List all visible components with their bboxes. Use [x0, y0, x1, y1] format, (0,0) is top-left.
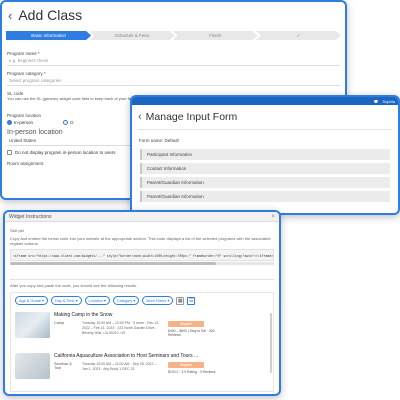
radio-online[interactable]: O [63, 120, 74, 126]
program-thumbnail [15, 353, 50, 379]
filter-age-grade[interactable]: Age & Grade ▾ [15, 296, 48, 305]
register-button[interactable]: Register [168, 362, 204, 368]
register-button[interactable]: Register [168, 321, 204, 327]
user-name[interactable]: Sophia [383, 99, 395, 104]
preview-scrollbar[interactable] [270, 313, 272, 373]
embed-code-box[interactable]: <iframe src="https://www.client.com/widg… [10, 249, 274, 261]
program-dates: Tuesday 10:00 AM – 11:00 AM · Sep 28, 20… [82, 362, 157, 371]
filter-bar: Age & Grade ▾ Day & Time ▾ Location ▾ Ca… [15, 296, 269, 305]
program-price: $100.0 · 3.9 Rating · 3 Reviews [168, 370, 216, 374]
top-bar: 💬 Sophia [132, 97, 398, 105]
program-kind: Seminar & Tour [54, 362, 72, 370]
section-participant-information[interactable]: Participant Information [140, 149, 390, 160]
filter-category[interactable]: Category ▾ [112, 296, 140, 305]
program-title[interactable]: California Aquaculture Association to Ho… [54, 353, 269, 359]
add-class-header: ‹ Add Class [2, 2, 345, 28]
step-finish[interactable]: Finish [172, 31, 258, 40]
checkbox-icon[interactable] [7, 150, 12, 156]
manage-form-header: ‹ Manage Input Form [132, 105, 398, 129]
program-name-input[interactable]: e.g. beginner chess [7, 56, 340, 66]
step-basic-information[interactable]: Basic Information [6, 31, 92, 40]
radio-unchecked-icon [63, 120, 69, 126]
step-schedule-fees[interactable]: Schedule & Fees [89, 31, 175, 40]
list-item[interactable]: California Aquaculture Association to Ho… [15, 353, 269, 387]
back-arrow-icon[interactable]: ‹ [8, 8, 12, 23]
filter-location[interactable]: Location ▾ [84, 296, 110, 305]
filter-day-time[interactable]: Day & Time ▾ [50, 296, 82, 305]
scrollbar-thumb[interactable] [10, 262, 216, 265]
back-arrow-icon[interactable]: ‹ [138, 111, 142, 123]
widget-preview: Age & Grade ▾ Day & Time ▾ Location ▾ Ca… [10, 292, 274, 392]
divider [10, 279, 274, 280]
hide-location-label: Do not display program in-person locatio… [15, 150, 116, 156]
manage-input-form-window: 💬 Sophia ‹ Manage Input Form Form name: … [130, 95, 400, 215]
program-kind: Camp [54, 321, 65, 325]
chat-icon[interactable]: 💬 [374, 99, 379, 104]
section-parent-guardian-information-2[interactable]: Parent/Guardian Information [140, 191, 390, 202]
list-item[interactable]: Making Camp in the Snow Camp Tuesday 10:… [15, 312, 269, 346]
close-icon[interactable]: × [271, 214, 275, 220]
filter-more[interactable]: More Filters ▾ [142, 296, 174, 305]
after-paste-text: After you copy and paste the code, you s… [10, 283, 138, 288]
form-name-label: Form name: Default [139, 138, 179, 143]
radio-checked-icon [7, 120, 12, 126]
radio-in-person[interactable]: In-person [7, 120, 34, 126]
widget-instruction-text: Copy and embed the below code into your … [10, 236, 271, 246]
radio-in-person-label: In-person [14, 120, 34, 125]
page-title: Add Class [18, 7, 83, 23]
widget-sub-label: Skill pkt [10, 228, 24, 233]
program-dates: Tuesday 10:00 AM – 12:00 PM · 3 more · D… [82, 321, 160, 335]
list-view-icon[interactable]: ☰ [187, 296, 196, 305]
section-contact-information[interactable]: Contact Information [140, 163, 390, 174]
widget-title: Widget Instructions [9, 213, 52, 220]
manage-form-title: Manage Input Form [145, 111, 238, 123]
grid-view-icon[interactable]: ▦ [176, 296, 185, 305]
section-parent-guardian-information[interactable]: Parent/Guardian Information [140, 177, 390, 188]
program-price: $400 – $600 | Stay to 5/6 · 300 Reviews [168, 329, 215, 337]
widget-instructions-window: Widget Instructions × Skill pkt Copy and… [3, 210, 281, 396]
program-thumbnail [15, 312, 50, 338]
program-title[interactable]: Making Camp in the Snow [54, 312, 269, 318]
code-scrollbar[interactable] [10, 262, 274, 265]
widget-header: Widget Instructions × [5, 212, 279, 222]
progress-stepper: Basic Information Schedule & Fees Finish… [6, 31, 341, 40]
step-check-icon[interactable]: ✓ [255, 31, 341, 40]
program-category-select[interactable]: Select program categories [7, 76, 340, 86]
radio-online-label: O [70, 120, 74, 125]
